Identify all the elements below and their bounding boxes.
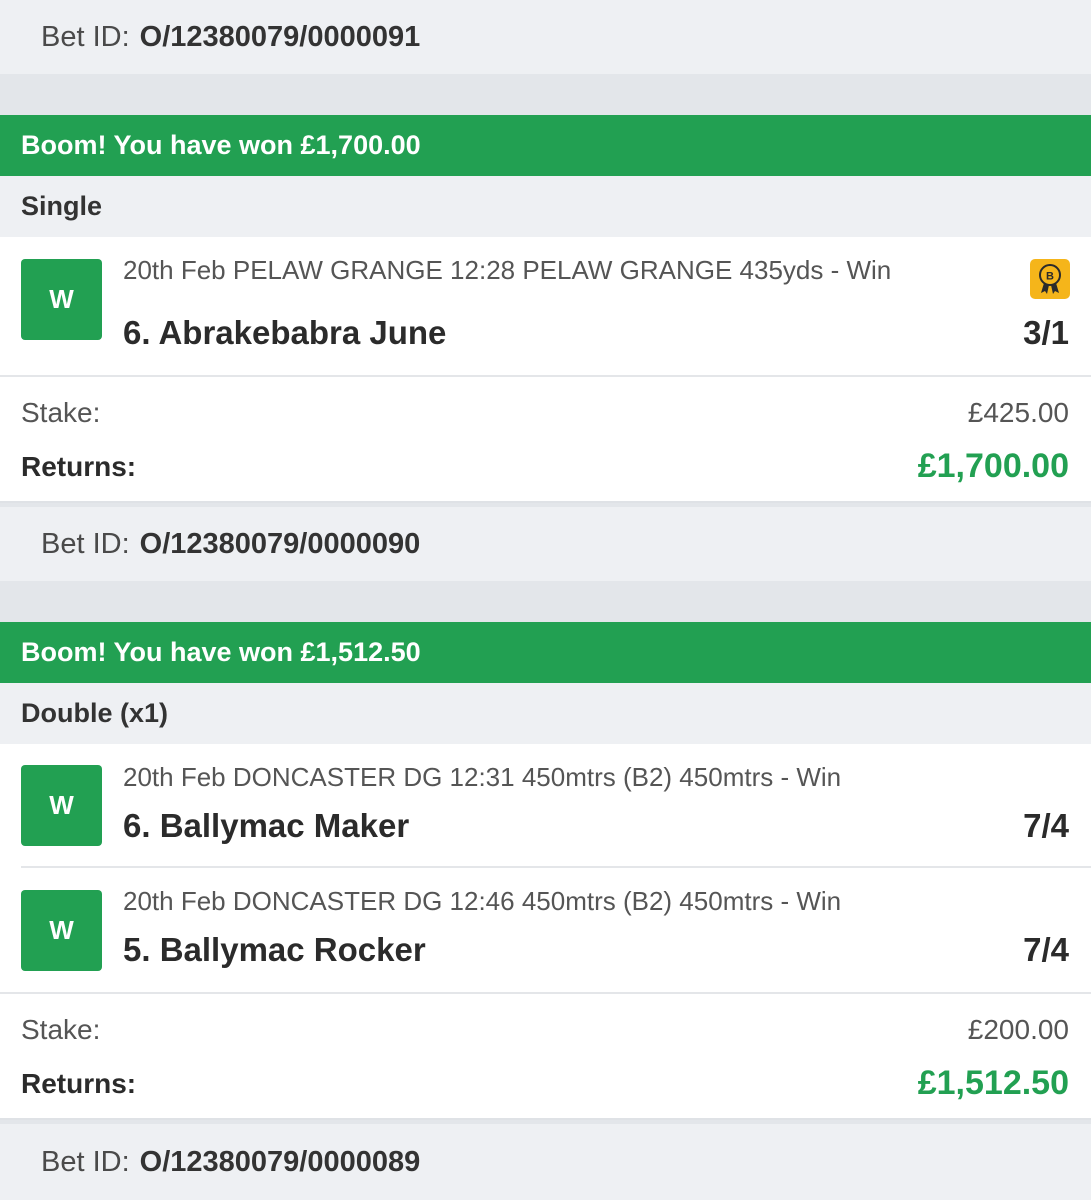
stake-value: £425.00 — [967, 397, 1069, 428]
svg-text:B: B — [1046, 271, 1054, 283]
event-description: 20th Feb PELAW GRANGE 12:28 PELAW GRANGE… — [123, 255, 892, 285]
bet-totals: Stake: £200.00 Returns: £1,512.50 — [0, 994, 1091, 1120]
selection-list: W 20th Feb DONCASTER DG 12:31 450mtrs (B… — [0, 744, 1091, 994]
bet-id-row: Bet ID: O/12380079/0000090 — [0, 507, 1091, 581]
selection-row[interactable]: W 20th Feb DONCASTER DG 12:31 450mtrs (B… — [0, 744, 1091, 868]
runner-name: 6. Abrakebabra June — [123, 314, 447, 351]
bet-id-label: Bet ID: — [41, 20, 130, 53]
boost-ribbon-icon: B — [1030, 259, 1070, 299]
stake-value: £200.00 — [967, 1014, 1069, 1045]
won-banner: Boom! You have won £1,512.50 — [0, 622, 1091, 683]
runner-name: 5. Ballymac Rocker — [123, 931, 426, 968]
bet-id-row: Bet ID: O/12380079/0000089 — [0, 1124, 1091, 1200]
event-description: 20th Feb DONCASTER DG 12:31 450mtrs (B2)… — [123, 762, 842, 792]
selection-row[interactable]: W 20th Feb PELAW GRANGE 12:28 PELAW GRAN… — [0, 237, 1091, 377]
stake-label: Stake: — [21, 397, 101, 428]
selection-row[interactable]: W 20th Feb DONCASTER DG 12:46 450mtrs (B… — [0, 868, 1091, 994]
win-result-badge: W — [21, 259, 102, 340]
bet-id-value: O/12380079/0000090 — [139, 527, 421, 560]
odds-value: 7/4 — [1023, 931, 1069, 968]
returns-value: £1,700.00 — [917, 447, 1069, 485]
odds-value: 7/4 — [1023, 807, 1069, 844]
returns-label: Returns: — [21, 450, 137, 482]
win-result-badge: W — [21, 890, 102, 971]
bet-card: Boom! You have won £1,700.00 Single W 20… — [0, 115, 1091, 503]
runner-name: 6. Ballymac Maker — [123, 807, 410, 844]
bet-id-value: O/12380079/0000089 — [139, 1145, 421, 1178]
selection-list: W 20th Feb PELAW GRANGE 12:28 PELAW GRAN… — [0, 237, 1091, 377]
bet-id-row: Bet ID: O/12380079/0000091 — [0, 0, 1091, 74]
odds-value: 3/1 — [1023, 314, 1069, 351]
event-description: 20th Feb DONCASTER DG 12:46 450mtrs (B2)… — [123, 886, 842, 916]
bet-id-label: Bet ID: — [41, 1145, 130, 1178]
stake-label: Stake: — [21, 1014, 101, 1045]
returns-value: £1,512.50 — [917, 1064, 1069, 1102]
bet-type: Single — [0, 176, 1091, 237]
bet-id-value: O/12380079/0000091 — [139, 20, 421, 53]
won-banner: Boom! You have won £1,700.00 — [0, 115, 1091, 176]
win-result-badge: W — [21, 765, 102, 846]
bet-id-label: Bet ID: — [41, 527, 130, 560]
bet-totals: Stake: £425.00 Returns: £1,700.00 — [0, 377, 1091, 503]
bet-type: Double (x1) — [0, 683, 1091, 744]
returns-label: Returns: — [21, 1067, 137, 1099]
bet-card: Boom! You have won £1,512.50 Double (x1)… — [0, 622, 1091, 1120]
